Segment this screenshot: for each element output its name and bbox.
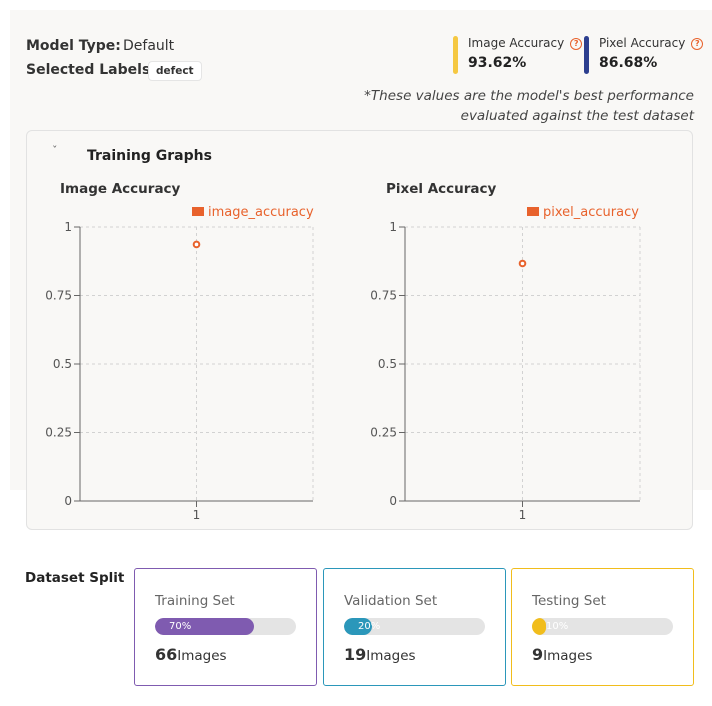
testing-set-progress-fill: 10%	[532, 618, 568, 635]
y-tick-label: 0.25	[370, 426, 397, 440]
validation-set-progress: 20%	[344, 618, 485, 635]
training-set-percent: 70%	[169, 621, 192, 632]
validation-set-card: Validation Set 20% 19Images	[323, 568, 506, 686]
x-tick-label: 1	[519, 508, 527, 522]
training-set-count: 66	[155, 645, 178, 664]
pixel-accuracy-chart: 0 0.25 0.5 0.75 1 1	[370, 220, 641, 522]
validation-set-count: 19	[344, 645, 367, 664]
images-unit: Images	[177, 648, 227, 664]
y-tick-label: 0.75	[370, 289, 397, 303]
images-unit: Images	[543, 648, 593, 664]
images-unit: Images	[366, 648, 416, 664]
validation-set-progress-fill: 20%	[344, 618, 380, 635]
testing-set-percent: 10%	[546, 621, 569, 632]
testing-set-progress: 10%	[532, 618, 673, 635]
validation-set-name: Validation Set	[344, 593, 438, 609]
training-set-progress-fill: 70%	[155, 618, 254, 635]
dataset-split-title: Dataset Split	[25, 570, 125, 586]
y-tick-label: 0	[389, 494, 397, 508]
training-set-progress: 70%	[155, 618, 296, 635]
training-set-card: Training Set 70% 66Images	[134, 568, 317, 686]
y-tick-label: 0.5	[378, 357, 397, 371]
testing-set-card: Testing Set 10% 9Images	[511, 568, 694, 686]
testing-set-count: 9	[532, 645, 544, 664]
data-point	[518, 259, 527, 268]
training-set-name: Training Set	[155, 593, 235, 609]
testing-set-name: Testing Set	[532, 593, 606, 609]
y-tick-label: 1	[389, 220, 397, 234]
validation-set-percent: 20%	[358, 621, 381, 632]
